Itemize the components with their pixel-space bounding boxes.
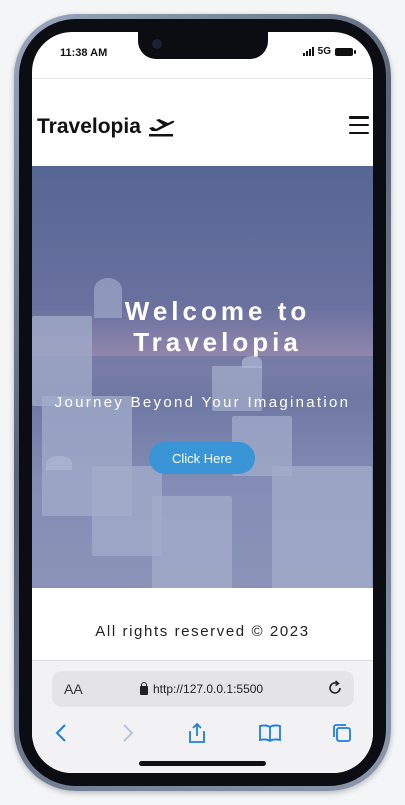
camera-icon xyxy=(152,39,162,49)
notch xyxy=(138,32,268,59)
screen: 11:38 AM 5G Travelopia Welcome to Travel… xyxy=(32,32,373,773)
battery-icon xyxy=(335,47,356,56)
click-here-button[interactable]: Click Here xyxy=(149,442,255,474)
menu-icon[interactable] xyxy=(349,116,369,134)
reload-icon[interactable] xyxy=(326,679,344,697)
hero-overlay xyxy=(32,166,373,588)
lock-icon xyxy=(140,681,148,695)
browser-chrome: AA http://127.0.0.1:5500 xyxy=(32,660,373,773)
network-label: 5G xyxy=(317,46,331,57)
status-time: 11:38 AM xyxy=(60,47,108,59)
url-display[interactable]: http://127.0.0.1:5500 xyxy=(140,681,264,696)
home-indicator xyxy=(139,761,266,766)
site-navbar: Travelopia xyxy=(32,78,373,166)
status-indicators: 5G xyxy=(302,46,356,57)
hero-title-line1: Welcome to xyxy=(124,296,311,326)
browser-toolbar xyxy=(32,719,373,749)
hero-title-line2: Travelopia xyxy=(133,327,302,357)
tabs-icon[interactable] xyxy=(330,721,354,745)
forward-icon[interactable] xyxy=(115,721,139,745)
reader-text-size-button[interactable]: AA xyxy=(64,681,83,697)
signal-icon xyxy=(302,47,314,56)
airplane-takeoff-icon xyxy=(148,119,174,137)
hero-title: Welcome to Travelopia xyxy=(32,296,373,358)
brand-logo[interactable]: Travelopia xyxy=(37,115,175,139)
address-bar[interactable]: AA http://127.0.0.1:5500 xyxy=(52,671,354,707)
brand-name: Travelopia xyxy=(37,115,141,138)
site-footer: All rights reserved © 2023 xyxy=(32,588,373,660)
copyright-text: All rights reserved © 2023 xyxy=(95,623,310,640)
bookmarks-icon[interactable] xyxy=(258,721,282,745)
back-icon[interactable] xyxy=(50,721,74,745)
aa-label: AA xyxy=(64,681,83,697)
hero-section: Welcome to Travelopia Journey Beyond You… xyxy=(32,166,373,588)
hero-subtitle: Journey Beyond Your Imagination xyxy=(54,394,351,411)
share-icon[interactable] xyxy=(185,721,209,745)
url-text: http://127.0.0.1:5500 xyxy=(153,682,264,696)
